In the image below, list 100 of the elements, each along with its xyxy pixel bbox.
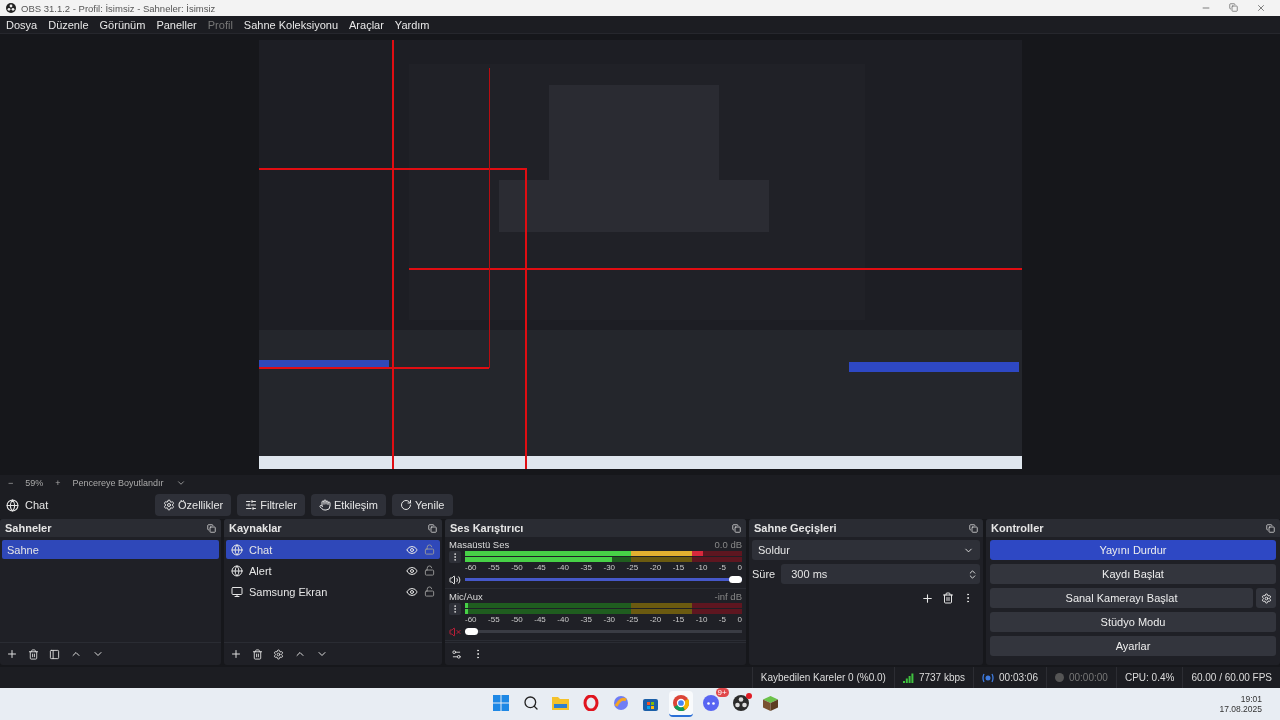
scale-label: -10: [695, 563, 708, 572]
menu-item[interactable]: Paneller: [156, 18, 197, 31]
menu-item[interactable]: Araçlar: [349, 18, 384, 31]
undock-icon[interactable]: [969, 523, 978, 533]
status-text: Kaybedilen Kareler 0 (%0.0): [760, 672, 886, 683]
source-item[interactable]: Alert: [226, 561, 440, 580]
volume-slider[interactable]: [465, 578, 742, 581]
scale-label: -5: [718, 563, 726, 572]
clock-date: 17.08.2025: [1219, 704, 1262, 714]
control-button[interactable]: Ayarlar: [990, 636, 1276, 656]
zoom-in-button[interactable]: +: [55, 478, 61, 488]
eye-icon[interactable]: [406, 543, 418, 556]
menu-button[interactable]: [449, 551, 461, 563]
scene-item[interactable]: Sahne: [2, 540, 219, 559]
scale-label: -40: [557, 563, 569, 572]
scale-label: -20: [649, 563, 662, 572]
control-button[interactable]: Stüdyo Modu: [990, 612, 1276, 632]
scale-label: -50: [511, 563, 523, 572]
toolbar-button[interactable]: Özellikler: [155, 494, 232, 516]
toolbar-button[interactable]: Filtreler: [237, 494, 305, 516]
undock-icon[interactable]: [1266, 523, 1275, 533]
muted-speaker-icon[interactable]: [449, 625, 461, 638]
menu-item[interactable]: Dosya: [6, 18, 38, 31]
search-icon[interactable]: [522, 695, 539, 711]
zoom-out-button[interactable]: −: [8, 478, 14, 488]
panel-title: Ses Karıştırıcı: [450, 522, 524, 534]
ring-icon[interactable]: [582, 695, 599, 711]
trash-icon[interactable]: [942, 592, 954, 604]
gear-icon[interactable]: [273, 648, 284, 660]
scale-label: -60: [465, 615, 477, 624]
globe-icon: [231, 543, 243, 556]
add-icon[interactable]: [921, 592, 934, 605]
slider-handle[interactable]: [465, 628, 478, 635]
filter-icon[interactable]: [49, 648, 60, 660]
slider-handle[interactable]: [729, 576, 742, 583]
settings-button[interactable]: [1256, 588, 1276, 608]
folder-icon[interactable]: [552, 696, 570, 710]
menu-item[interactable]: Sahne Koleksiyonu: [243, 18, 338, 31]
unlocked-icon[interactable]: [424, 565, 435, 576]
gamepad-icon[interactable]: [702, 695, 719, 711]
gear-icon: [163, 499, 175, 511]
toolbar-button[interactable]: Etkileşim: [310, 494, 386, 516]
scale-label: 0: [737, 615, 742, 624]
control-button[interactable]: Yayını Durdur: [990, 540, 1276, 560]
source-name: Chat: [25, 499, 50, 511]
trash-icon[interactable]: [252, 648, 263, 660]
close-icon[interactable]: [1256, 3, 1266, 13]
source-item[interactable]: Chat: [226, 540, 440, 559]
settings-icon[interactable]: [451, 648, 462, 660]
control-button[interactable]: Kaydı Başlat: [990, 564, 1276, 584]
menu-button[interactable]: [449, 603, 461, 615]
notification-dot: [745, 693, 752, 699]
scale-mode-dropdown[interactable]: Pencereye Boyutlandır: [72, 478, 164, 488]
scale-label: -45: [534, 563, 546, 572]
zoom-level: 59%: [25, 478, 44, 488]
scale-label: -40: [557, 615, 569, 624]
status-text: CPU: 0.4%: [1124, 672, 1175, 683]
signal-icon: [902, 672, 914, 683]
eye-icon[interactable]: [406, 585, 418, 598]
speaker-icon[interactable]: [449, 573, 461, 586]
unlocked-icon[interactable]: [424, 586, 435, 597]
undock-icon[interactable]: [428, 523, 437, 533]
swirl-icon[interactable]: [612, 695, 629, 711]
toolbar-button[interactable]: Yenile: [391, 494, 453, 516]
scale-label: -25: [626, 563, 639, 572]
eye-icon[interactable]: [406, 564, 418, 577]
duration-label: Süre: [752, 568, 776, 580]
source-name: Samsung Ekran: [249, 585, 329, 598]
add-icon[interactable]: [6, 648, 18, 660]
panel-title: Kaynaklar: [229, 522, 282, 534]
scale-label: -5: [718, 615, 726, 624]
add-icon[interactable]: [230, 648, 242, 660]
windows-logo-icon[interactable]: [492, 695, 509, 711]
duration-field[interactable]: 300 ms: [781, 564, 980, 584]
gear-icon: [1260, 592, 1272, 604]
channel-level-reading: -inf dB: [714, 591, 742, 602]
grass-block-icon[interactable]: [763, 695, 779, 711]
transition-dropdown[interactable]: Soldur: [752, 540, 980, 560]
spinner-arrows-icon[interactable]: [967, 568, 978, 580]
menu-item[interactable]: Görünüm: [99, 18, 146, 31]
trash-icon[interactable]: [28, 648, 39, 660]
filter-icon: [245, 499, 258, 511]
scale-label: -50: [511, 615, 523, 624]
scale-label: -55: [488, 563, 500, 572]
scale-label: -15: [672, 615, 685, 624]
panel-title: Kontroller: [991, 522, 1044, 534]
control-button[interactable]: Sanal Kamerayı Başlat: [990, 588, 1253, 608]
caret-icon[interactable]: [175, 478, 186, 488]
menu-item[interactable]: Yardım: [394, 18, 430, 31]
scale-label: -45: [534, 615, 546, 624]
scale-label: -20: [649, 615, 662, 624]
panel-title: Sahne Geçişleri: [754, 522, 837, 534]
status-text: 60.00 / 60.00 FPS: [1191, 672, 1272, 683]
undock-icon[interactable]: [207, 523, 216, 533]
browser-icon[interactable]: [672, 695, 689, 711]
record-icon[interactable]: [732, 695, 749, 711]
scale-label: -15: [672, 563, 685, 572]
undock-icon[interactable]: [732, 523, 741, 533]
menu-item[interactable]: Düzenle: [48, 18, 89, 31]
source-item[interactable]: Samsung Ekran: [226, 582, 440, 601]
